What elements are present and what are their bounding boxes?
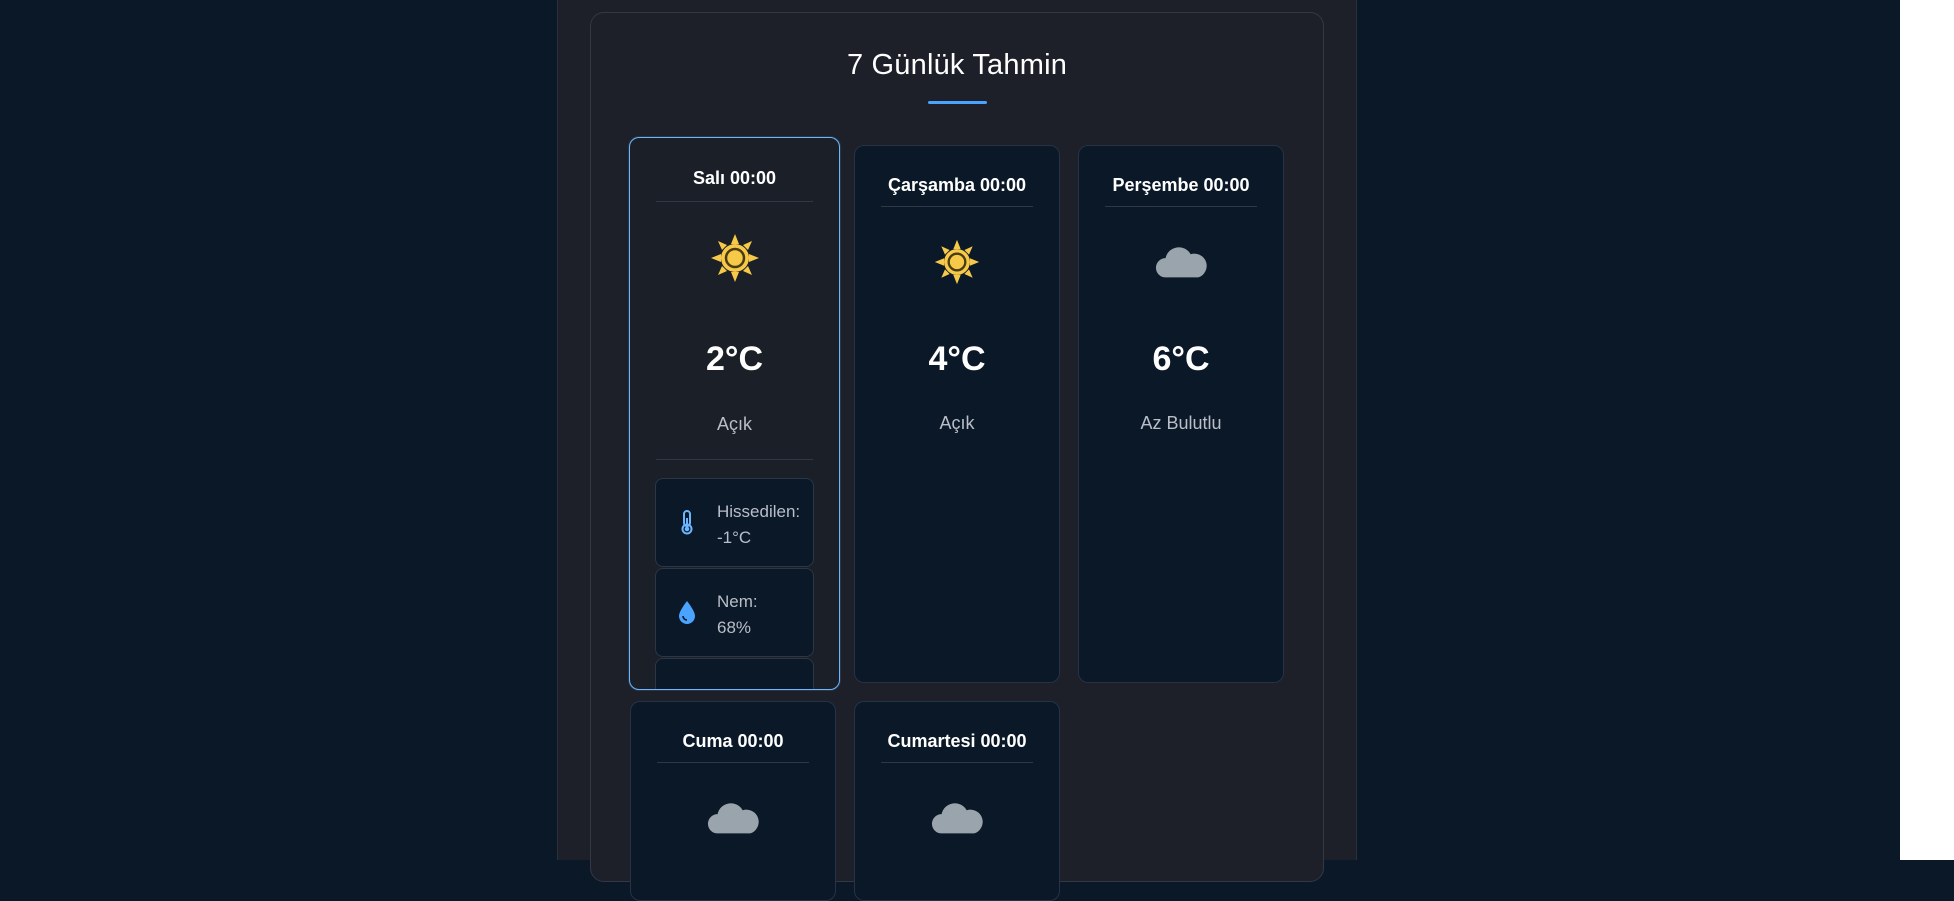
- card-day-label: Cumartesi 00:00: [887, 731, 1027, 751]
- forecast-card-cumartesi[interactable]: Cumartesi 00:00: [854, 701, 1060, 901]
- forecast-title: 7 Günlük Tahmin: [846, 49, 1068, 81]
- sun-icon: [934, 239, 980, 285]
- sun-icon: [710, 234, 759, 282]
- detail-value: -1°C: [717, 528, 752, 547]
- cloud-icon: [707, 803, 759, 834]
- card-temperature: 4°C: [928, 340, 986, 378]
- cloud-icon: [931, 803, 983, 834]
- card-divider: [656, 459, 813, 460]
- forecast-card-sali[interactable]: Salı 00:00 2°C Açık Hissedilen: -1°C Nem…: [629, 137, 840, 690]
- thermometer-icon: [681, 510, 693, 535]
- card-description: Açık: [716, 414, 752, 434]
- forecast-card-persembe[interactable]: Perşembe 00:00 6°C Az Bulutlu: [1078, 145, 1284, 683]
- card-description: Az Bulutlu: [1140, 413, 1222, 433]
- card-temperature: 2°C: [705, 340, 764, 378]
- detail-text: Nem: 68%: [717, 589, 758, 641]
- detail-label: Nem:: [717, 592, 758, 611]
- detail-more: [655, 658, 814, 689]
- forecast-panel: 7 Günlük Tahmin Salı 00:00 2°C Açık Hiss…: [590, 12, 1324, 901]
- detail-feels-like: Hissedilen: -1°C: [655, 478, 814, 567]
- card-divider: [881, 762, 1033, 763]
- card-temperature: 6°C: [1152, 340, 1210, 378]
- card-description: Açık: [939, 413, 975, 433]
- card-day-label: Cuma 00:00: [682, 731, 784, 751]
- detail-value: 68%: [717, 618, 752, 637]
- page-column: 7 Günlük Tahmin Salı 00:00 2°C Açık Hiss…: [557, 0, 1357, 901]
- window-edge: [1900, 0, 1954, 860]
- card-day-label: Salı 00:00: [692, 168, 777, 188]
- cloud-icon: [1155, 247, 1207, 278]
- droplet-icon: [679, 601, 695, 624]
- card-day-label: Perşembe 00:00: [1112, 175, 1250, 195]
- card-divider: [1105, 206, 1257, 207]
- card-divider: [657, 762, 809, 763]
- title-underline: [928, 101, 987, 104]
- forecast-card-cuma[interactable]: Cuma 00:00: [630, 701, 836, 901]
- detail-humidity: Nem: 68%: [655, 568, 814, 657]
- card-divider: [881, 206, 1033, 207]
- detail-text: Hissedilen: -1°C: [717, 499, 800, 551]
- detail-label: Hissedilen:: [717, 502, 801, 521]
- forecast-card-carsamba[interactable]: Çarşamba 00:00 4°C Açık: [854, 145, 1060, 683]
- card-day-label: Çarşamba 00:00: [887, 175, 1027, 195]
- card-divider: [656, 201, 813, 202]
